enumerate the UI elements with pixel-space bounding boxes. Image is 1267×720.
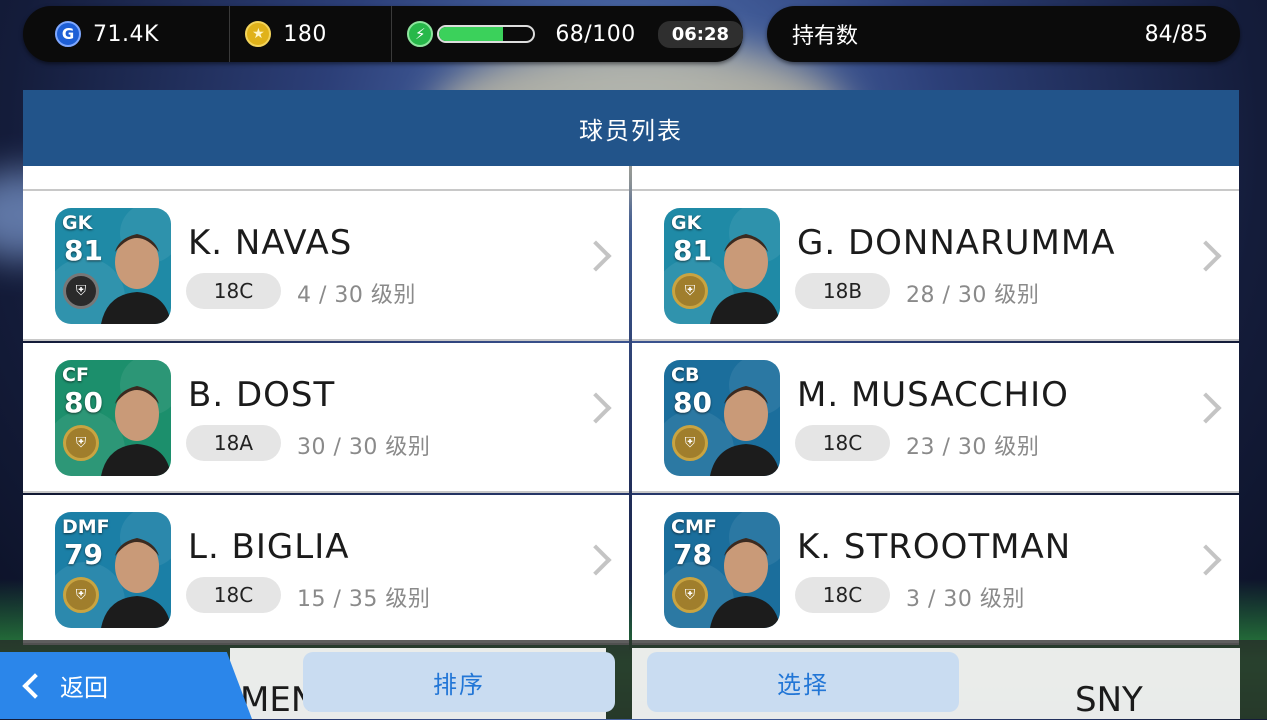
sort-button[interactable]: 排序 xyxy=(303,652,615,712)
shield-badge-icon: ⛨ xyxy=(672,577,708,613)
chevron-left-icon xyxy=(22,672,48,699)
card-rating: 81 xyxy=(673,234,712,267)
card-rating: 81 xyxy=(64,234,103,267)
gp-value: 71.4K xyxy=(93,21,159,47)
energy-timer: 06:28 xyxy=(657,20,744,48)
version-badge: 18C xyxy=(186,577,281,613)
panel-title: 球员列表 xyxy=(23,90,1239,166)
chevron-right-icon xyxy=(580,240,612,272)
card-position: CMF xyxy=(671,516,717,538)
shield-badge-icon: ⛨ xyxy=(672,273,708,309)
select-button[interactable]: 选择 xyxy=(647,652,959,712)
player-card: GK 81 ⛨ xyxy=(664,208,780,324)
owned-count-bar: 持有数 84/85 xyxy=(767,6,1240,62)
version-badge: 18C xyxy=(186,273,281,309)
energy-value: 68/100 xyxy=(555,21,636,47)
shield-badge-icon: ⛨ xyxy=(63,425,99,461)
player-portrait xyxy=(710,386,780,476)
energy-bar-fill xyxy=(439,27,504,41)
player-portrait xyxy=(101,386,171,476)
owned-value: 84/85 xyxy=(1144,21,1208,47)
player-level: 4 / 30 级别 xyxy=(297,283,416,308)
back-label: 返回 xyxy=(60,674,108,702)
player-name: B. DOST xyxy=(188,375,336,415)
player-level: 28 / 30 级别 xyxy=(906,283,1040,308)
player-name-peek: SNY xyxy=(1075,680,1143,720)
card-rating: 80 xyxy=(673,386,712,419)
player-row[interactable]: CB 80 ⛨ M. MUSACCHIO 18C 23 / 30 级别 xyxy=(632,343,1239,493)
energy-meter: ⚡ 68/100 06:28 xyxy=(392,6,744,62)
player-name: K. STROOTMAN xyxy=(797,527,1072,567)
player-level: 15 / 35 级别 xyxy=(297,587,431,612)
card-position: CF xyxy=(62,364,89,386)
player-row[interactable]: DMF 79 ⛨ L. BIGLIA 18C 15 / 35 级别 xyxy=(23,495,629,645)
version-badge: 18C xyxy=(795,577,890,613)
player-portrait xyxy=(101,234,171,324)
chevron-right-icon xyxy=(580,544,612,576)
shield-badge-icon: ⛨ xyxy=(672,425,708,461)
player-card: CMF 78 ⛨ xyxy=(664,512,780,628)
energy-bar xyxy=(437,25,536,43)
card-position: GK xyxy=(671,212,702,234)
player-row[interactable]: GK 81 ⛨ K. NAVAS 18C 4 / 30 级别 xyxy=(23,191,629,341)
card-position: DMF xyxy=(62,516,110,538)
player-portrait xyxy=(101,538,171,628)
coin-counter: ★ 180 xyxy=(230,6,391,62)
player-name: L. BIGLIA xyxy=(188,527,350,567)
list-item-partial[interactable] xyxy=(632,166,1239,191)
coin-value: 180 xyxy=(283,21,327,47)
player-level: 23 / 30 级别 xyxy=(906,435,1040,460)
player-list[interactable]: GK 81 ⛨ K. NAVAS 18C 4 / 30 级别 GK 81 ⛨ G… xyxy=(23,166,1239,650)
player-card: CF 80 ⛨ xyxy=(55,360,171,476)
version-badge: 18A xyxy=(186,425,281,461)
chevron-right-icon xyxy=(580,392,612,424)
version-badge: 18B xyxy=(795,273,890,309)
player-name: M. MUSACCHIO xyxy=(797,375,1069,415)
card-rating: 79 xyxy=(64,538,103,571)
shield-badge-icon: ⛨ xyxy=(63,273,99,309)
player-row[interactable]: GK 81 ⛨ G. DONNARUMMA 18B 28 / 30 级别 xyxy=(632,191,1239,341)
back-button[interactable]: 返回 xyxy=(0,652,252,719)
player-row[interactable]: CF 80 ⛨ B. DOST 18A 30 / 30 级别 xyxy=(23,343,629,493)
player-card: GK 81 ⛨ xyxy=(55,208,171,324)
player-name: K. NAVAS xyxy=(188,223,353,263)
card-position: CB xyxy=(671,364,700,386)
player-list-panel: 球员列表 GK 81 ⛨ K. NAVAS 18C 4 / 30 级别 GK 8… xyxy=(23,90,1239,650)
owned-label: 持有数 xyxy=(792,24,859,49)
player-name: G. DONNARUMMA xyxy=(797,223,1116,263)
player-portrait xyxy=(710,234,780,324)
gp-coin-icon: G xyxy=(55,21,81,47)
star-coin-icon: ★ xyxy=(245,21,272,47)
player-level: 3 / 30 级别 xyxy=(906,587,1025,612)
list-item-partial[interactable] xyxy=(23,166,629,191)
player-portrait xyxy=(710,538,780,628)
player-row[interactable]: CMF 78 ⛨ K. STROOTMAN 18C 3 / 30 级别 xyxy=(632,495,1239,645)
currency-bar: G 71.4K ★ 180 ⚡ 68/100 06:28 xyxy=(23,6,744,62)
chevron-right-icon xyxy=(1190,544,1222,576)
chevron-right-icon xyxy=(1190,392,1222,424)
lightning-icon: ⚡ xyxy=(407,21,434,47)
version-badge: 18C xyxy=(795,425,890,461)
player-level: 30 / 30 级别 xyxy=(297,435,431,460)
shield-badge-icon: ⛨ xyxy=(63,577,99,613)
card-rating: 78 xyxy=(673,538,712,571)
player-card: CB 80 ⛨ xyxy=(664,360,780,476)
gp-counter: G 71.4K xyxy=(23,6,229,62)
card-rating: 80 xyxy=(64,386,103,419)
chevron-right-icon xyxy=(1190,240,1222,272)
player-card: DMF 79 ⛨ xyxy=(55,512,171,628)
card-position: GK xyxy=(62,212,93,234)
